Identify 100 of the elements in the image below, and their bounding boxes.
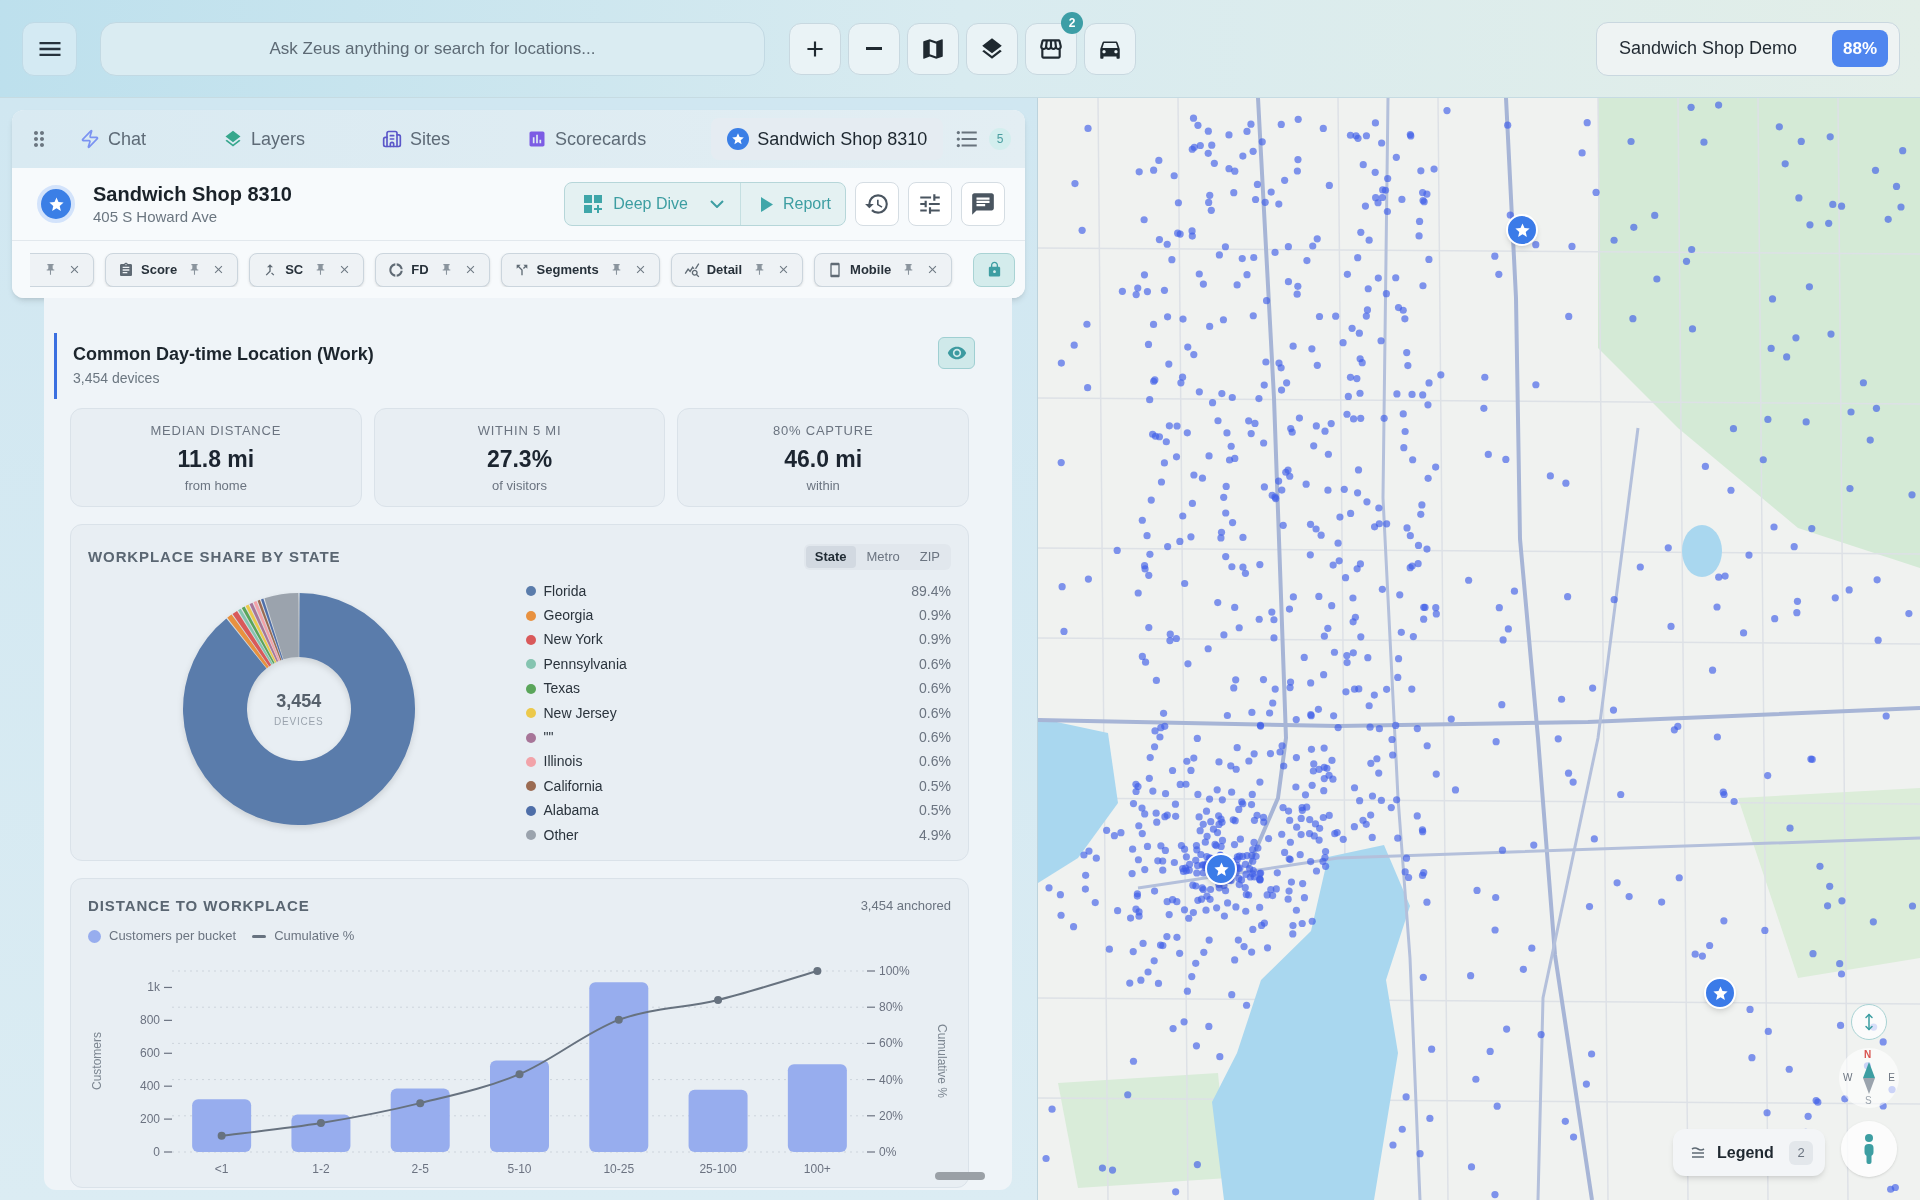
metric-value: 11.8 mi bbox=[177, 445, 255, 473]
tick-label: 400 bbox=[139, 1079, 160, 1094]
compass-letter: W bbox=[1843, 1072, 1853, 1084]
clipboard-icon bbox=[118, 261, 134, 278]
view-tab[interactable]: Metro bbox=[857, 546, 909, 568]
legend-label: Pennsylvania bbox=[543, 654, 627, 674]
tick-label: 0 bbox=[153, 1145, 160, 1159]
metric-value: 27.3% bbox=[486, 445, 553, 473]
sliders-icon bbox=[917, 191, 943, 217]
compass-button[interactable]: N E S W bbox=[1839, 1048, 1899, 1108]
minus-icon bbox=[866, 47, 882, 50]
map-style-button[interactable] bbox=[907, 22, 959, 75]
panel-tab[interactable]: Sites bbox=[370, 118, 463, 160]
legend-label: Illinois bbox=[543, 752, 583, 772]
metric-note: from home bbox=[184, 477, 247, 495]
layers-button[interactable] bbox=[966, 22, 1018, 75]
tick-label: 20% bbox=[879, 1108, 904, 1123]
stacked-lines-icon bbox=[1691, 1146, 1705, 1159]
tick-label: 1-2 bbox=[312, 1162, 330, 1176]
count-badge: 2 bbox=[1061, 11, 1083, 34]
line-point bbox=[316, 1119, 325, 1128]
panel-tab[interactable]: Scorecards bbox=[515, 118, 659, 160]
tick-label: 100+ bbox=[803, 1162, 831, 1176]
line-point bbox=[813, 967, 822, 975]
panel-tab[interactable]: Chat bbox=[68, 118, 159, 160]
search-field[interactable]: Ask Zeus anything or search for locations... bbox=[100, 21, 765, 76]
project-selector[interactable]: Sandwich Shop Demo 88% bbox=[1596, 21, 1900, 76]
history-button[interactable] bbox=[855, 182, 899, 226]
filter-chip[interactable]: FD bbox=[375, 252, 490, 287]
center-value: 3,454 bbox=[276, 689, 322, 712]
tick-label: 2-5 bbox=[411, 1162, 429, 1176]
bar bbox=[291, 1114, 351, 1152]
lock-button[interactable] bbox=[973, 252, 1015, 287]
legend-value: 0.9% bbox=[919, 630, 951, 650]
metric-label: MEDIAN DISTANCE bbox=[150, 423, 282, 439]
metric-label: 80% CAPTURE bbox=[773, 423, 874, 439]
card-title: DISTANCE TO WORKPLACE bbox=[88, 895, 310, 916]
metric-note: within bbox=[806, 477, 840, 495]
chart-search-icon bbox=[683, 261, 700, 278]
legend-label: Alabama bbox=[543, 801, 599, 821]
play-icon bbox=[760, 196, 773, 212]
ring-icon bbox=[388, 261, 405, 278]
score-badge: 88% bbox=[1831, 30, 1888, 67]
line-point bbox=[515, 1070, 524, 1079]
view-tab[interactable]: ZIP bbox=[910, 546, 949, 568]
panel-tab[interactable]: Layers bbox=[211, 118, 318, 160]
zoom-in-button[interactable] bbox=[789, 22, 841, 75]
legend-value: 89.4% bbox=[911, 581, 951, 601]
pin-icon[interactable] bbox=[44, 263, 57, 276]
center-label: DEVICES bbox=[274, 714, 324, 729]
menu-button[interactable] bbox=[22, 21, 77, 76]
section-subtitle: 3,454 devices bbox=[73, 369, 161, 387]
comment-button[interactable] bbox=[961, 182, 1005, 226]
chevron-down-icon bbox=[709, 200, 724, 208]
filter-chip[interactable]: Mobile bbox=[814, 252, 953, 287]
site-title: Sandwich Shop 8310 bbox=[93, 182, 292, 206]
legend-value: 0.6% bbox=[919, 728, 951, 748]
filter-chip[interactable]: Score bbox=[105, 252, 239, 287]
tick-label: 100% bbox=[879, 964, 910, 978]
filter-chip[interactable]: SC bbox=[249, 252, 365, 287]
settings-button[interactable] bbox=[908, 182, 952, 226]
legend-value: 0.5% bbox=[919, 801, 951, 821]
legend-value: 0.6% bbox=[919, 703, 951, 723]
site-address: 405 S Howard Ave bbox=[93, 207, 218, 226]
tick-label: 80% bbox=[879, 1000, 904, 1015]
axis-title: Cumulative % bbox=[935, 1024, 949, 1098]
card-summary: 3,454 anchored bbox=[860, 897, 951, 916]
legend-label: Georgia bbox=[543, 606, 594, 626]
legend-label: Cumulative % bbox=[274, 927, 355, 946]
chat-bubble-icon bbox=[970, 191, 996, 217]
scrollbar-thumb[interactable] bbox=[935, 1172, 985, 1180]
visibility-button[interactable] bbox=[938, 337, 975, 369]
count-badge: 5 bbox=[989, 128, 1011, 150]
filter-chip[interactable]: Detail bbox=[670, 252, 804, 287]
close-icon[interactable] bbox=[68, 263, 81, 276]
line-point bbox=[416, 1099, 425, 1108]
legend-value: 0.9% bbox=[919, 606, 951, 626]
line-point bbox=[614, 1015, 623, 1024]
tick-label: 60% bbox=[879, 1036, 904, 1051]
metric-note: of visitors bbox=[492, 477, 547, 495]
building-icon bbox=[382, 129, 403, 149]
filter-chip[interactable]: Segments bbox=[500, 252, 660, 287]
legend-label: Florida bbox=[543, 581, 587, 601]
legend-value: 0.6% bbox=[919, 752, 951, 772]
car-button[interactable] bbox=[1084, 22, 1136, 75]
view-tab[interactable]: State bbox=[805, 546, 856, 568]
compass-needle-icon bbox=[1863, 1062, 1875, 1094]
bar bbox=[390, 1088, 450, 1152]
lightning-icon bbox=[80, 129, 100, 149]
tick-label: <1 bbox=[214, 1162, 229, 1176]
tick-label: 200 bbox=[139, 1112, 160, 1127]
map-drawing[interactable] bbox=[1038, 98, 1920, 1200]
legend-button[interactable]: Legend 2 bbox=[1673, 1129, 1825, 1176]
compass-letter: S bbox=[1865, 1095, 1872, 1107]
legend-label: Customers per bucket bbox=[109, 927, 237, 946]
legend-value: 0.6% bbox=[919, 679, 951, 699]
tick-label: 600 bbox=[139, 1046, 160, 1061]
chart-icon bbox=[527, 129, 548, 149]
card-title: WORKPLACE SHARE BY STATE bbox=[88, 546, 341, 567]
person-icon bbox=[1863, 1134, 1875, 1164]
